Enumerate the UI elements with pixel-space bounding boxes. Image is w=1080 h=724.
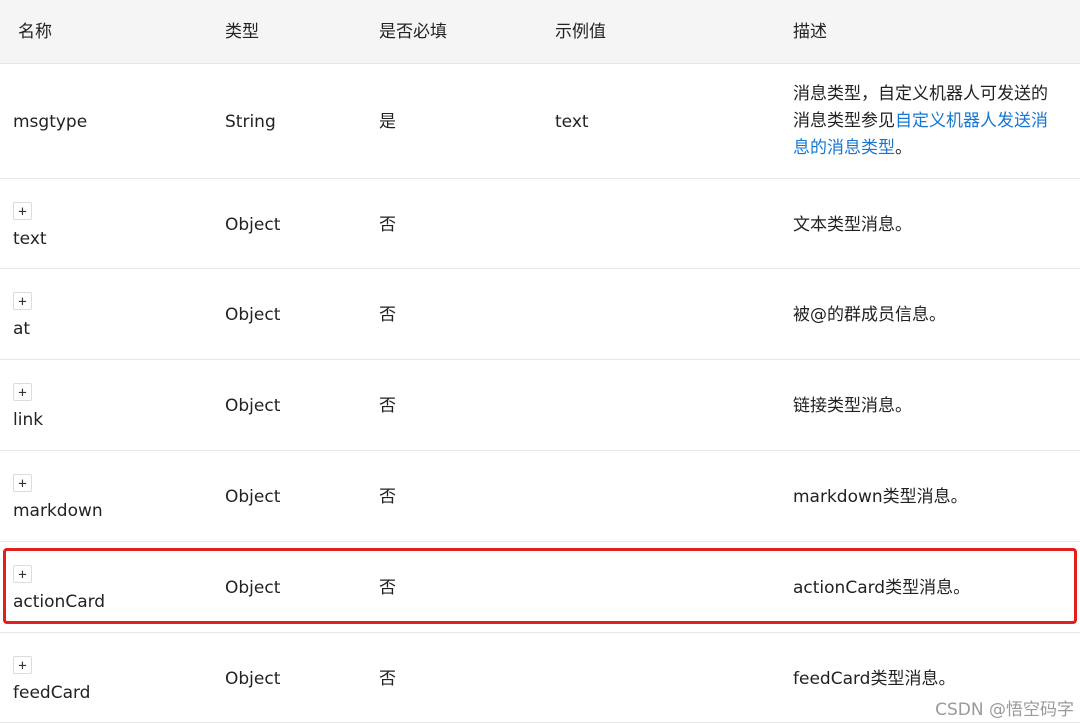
expand-button[interactable]: +: [13, 565, 32, 583]
param-required: 是: [379, 112, 396, 132]
table-row-at: + at Object 否 被@的群成员信息。: [0, 269, 1080, 360]
table-row-markdown: + markdown Object 否 markdown类型消息。: [0, 451, 1080, 542]
param-description: 被@的群成员信息。: [793, 305, 946, 325]
expand-button[interactable]: +: [13, 383, 32, 401]
expand-button[interactable]: +: [13, 202, 32, 220]
header-example: 示例值: [555, 22, 606, 42]
table-header: 名称 类型 是否必填 示例值 描述: [0, 0, 1080, 64]
param-description: 文本类型消息。: [793, 215, 912, 235]
param-name: link: [13, 410, 44, 430]
param-description: 链接类型消息。: [793, 396, 912, 416]
param-required: 否: [379, 669, 396, 689]
param-type: Object: [225, 305, 281, 325]
param-type: Object: [225, 215, 281, 235]
table-row-actioncard: + actionCard Object 否 actionCard类型消息。: [0, 542, 1080, 633]
table-row-msgtype: msgtype String 是 text 消息类型，自定义机器人可发送的消息类…: [0, 64, 1080, 179]
param-type: Object: [225, 669, 281, 689]
header-type: 类型: [225, 22, 259, 42]
param-name: at: [13, 319, 31, 339]
param-description: actionCard类型消息。: [793, 578, 971, 598]
watermark: CSDN @悟空码字: [935, 700, 1074, 720]
header-name: 名称: [18, 22, 52, 42]
param-required: 否: [379, 396, 396, 416]
table-row-text: + text Object 否 文本类型消息。: [0, 179, 1080, 269]
expand-button[interactable]: +: [13, 292, 32, 310]
description-suffix: 。: [895, 138, 912, 158]
expand-button[interactable]: +: [13, 656, 32, 674]
param-name: actionCard: [13, 592, 106, 612]
table-row-feedcard: + feedCard Object 否 feedCard类型消息。: [0, 633, 1080, 723]
param-example: text: [555, 112, 589, 132]
param-name: markdown: [13, 501, 103, 521]
param-type: Object: [225, 487, 281, 507]
param-required: 否: [379, 487, 396, 507]
param-required: 否: [379, 305, 396, 325]
param-type: Object: [225, 396, 281, 416]
params-table: 名称 类型 是否必填 示例值 描述 msgtype String 是 text …: [0, 0, 1080, 724]
param-description: feedCard类型消息。: [793, 669, 956, 689]
param-name: feedCard: [13, 683, 91, 703]
header-description: 描述: [793, 22, 827, 42]
param-required: 否: [379, 578, 396, 598]
expand-button[interactable]: +: [13, 474, 32, 492]
param-description: 消息类型，自定义机器人可发送的消息类型参见自定义机器人发送消息的消息类型。: [793, 81, 1058, 162]
param-description: markdown类型消息。: [793, 487, 968, 507]
table-row-link: + link Object 否 链接类型消息。: [0, 360, 1080, 451]
param-name: msgtype: [13, 112, 88, 132]
header-required: 是否必填: [379, 22, 447, 42]
param-type: Object: [225, 578, 281, 598]
param-required: 否: [379, 215, 396, 235]
param-type: String: [225, 112, 276, 132]
param-name: text: [13, 229, 47, 249]
